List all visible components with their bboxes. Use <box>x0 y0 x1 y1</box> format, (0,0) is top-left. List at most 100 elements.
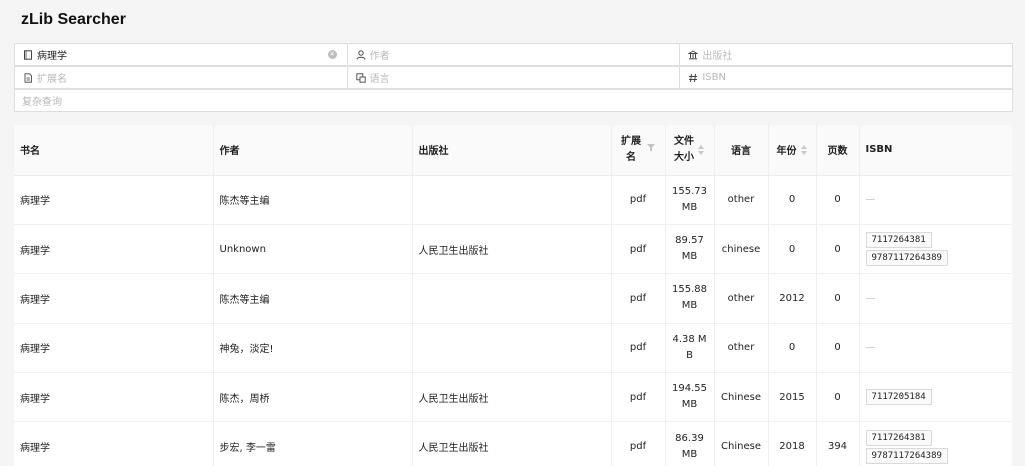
cell-extension: pdf <box>611 323 666 374</box>
cell-publisher <box>412 175 612 225</box>
year-header-label: 年份 <box>776 146 797 158</box>
cell-title: 病理学 <box>14 273 214 324</box>
cell-author: 步宏, 李一雷 <box>213 421 413 466</box>
cell-isbn: — <box>859 323 1012 374</box>
book-icon <box>22 49 34 61</box>
title-search-value: 病理学 <box>37 51 67 62</box>
cell-language: Chinese <box>714 421 769 466</box>
publisher-search-placeholder: 出版社 <box>702 51 733 62</box>
filesize-unit: B <box>686 349 693 361</box>
cell-publisher: 人民卫生出版社 <box>412 372 612 423</box>
empty-value: — <box>865 292 876 304</box>
cell-author: 陈杰等主编 <box>213 273 413 324</box>
cell-extension: pdf <box>611 175 666 225</box>
file-icon <box>22 72 34 84</box>
cell-language: Chinese <box>714 372 769 423</box>
isbn-tag: 9787117264389 <box>865 447 948 464</box>
extension-search-field[interactable]: 扩展名 <box>14 66 348 89</box>
cell-filesize: 155.73 MB <box>665 175 715 225</box>
column-header-isbn: ISBN <box>859 125 1012 176</box>
author-search-field[interactable]: 作者 <box>346 43 681 66</box>
filesize-unit: MB <box>681 399 698 411</box>
complex-query-field[interactable]: 复杂查询 <box>14 89 1013 112</box>
cell-pages: 0 <box>816 273 860 324</box>
filesize-value: 4.38 M <box>672 333 707 345</box>
cell-publisher <box>412 323 612 374</box>
isbn-search-field[interactable]: ISBN <box>679 66 1014 89</box>
empty-value: — <box>865 194 876 206</box>
sort-icon[interactable] <box>800 144 808 155</box>
sort-icon[interactable] <box>698 144 705 155</box>
isbn-tag: 7117264381 <box>865 232 932 249</box>
cell-author: 神兔，淡定! <box>213 323 413 374</box>
isbn-tag: 7117205184 <box>865 389 932 406</box>
cell-extension: pdf <box>611 224 666 275</box>
column-header-extension[interactable]: 扩展 名 <box>611 125 666 176</box>
cell-isbn: 7117205184 <box>859 372 1012 423</box>
table-row[interactable]: 病理学 陈杰等主编 pdf 155.73 MB other 0 0— <box>14 175 1012 225</box>
search-form: 病理学 × 作者 出版社 扩展名 语言 ISBN 复杂查询 <box>14 43 1014 112</box>
filesize-header-line-2: 大小 <box>674 151 694 163</box>
filesize-header-line-1: 文件 <box>674 135 694 147</box>
cell-extension: pdf <box>611 421 666 466</box>
translate-icon <box>355 72 367 84</box>
column-header-filesize[interactable]: 文件 大小 <box>665 125 715 176</box>
table-body: 病理学 陈杰等主编 pdf 155.73 MB other 0 0— 病理学 Unknown 人民卫… <box>14 175 1012 466</box>
cell-isbn: 7117264381 9787117264389 <box>859 421 1012 466</box>
filesize-value: 155.73 <box>672 185 707 197</box>
table-header-row: 书名 作者 出版社 扩展 名 文件 大小 语言 年份 页数 ISBN <box>14 125 1012 176</box>
column-header-author: 作者 <box>213 125 413 176</box>
cell-filesize: 155.88 MB <box>665 273 715 324</box>
cell-title: 病理学 <box>14 323 214 374</box>
cell-year: 2015 <box>768 372 817 423</box>
cell-year: 0 <box>768 323 817 374</box>
cell-filesize: 86.39 MB <box>665 421 715 466</box>
cell-filesize: 89.57 MB <box>665 224 715 275</box>
table-row[interactable]: 病理学 陈杰等主编 pdf 155.88 MB other 2012 0 — <box>14 273 1012 324</box>
column-header-language: 语言 <box>714 125 769 176</box>
publisher-search-field[interactable]: 出版社 <box>679 43 1014 66</box>
table-row[interactable]: 病理学 陈杰，周桥 人民卫生出版社 pdf 194.55 MB Chinese 2015 0 71… <box>14 372 1012 423</box>
cell-language: other <box>714 175 769 225</box>
isbn-search-placeholder: ISBN <box>702 72 726 83</box>
isbn-tag: 7117264381 <box>865 429 932 446</box>
filesize-value: 86.39 <box>675 432 704 444</box>
bank-icon <box>687 49 699 61</box>
filesize-value: 194.55 <box>672 383 707 395</box>
filesize-value: 89.57 <box>675 235 704 247</box>
table-row[interactable]: 病理学 Unknown 人民卫生出版社 pdf 89.57 MB chinese 0 0 7117… <box>14 224 1012 275</box>
cell-publisher: 人民卫生出版社 <box>412 421 612 466</box>
cell-title: 病理学 <box>14 175 214 225</box>
language-search-field[interactable]: 语言 <box>346 66 681 89</box>
cell-pages: 394 <box>816 421 860 466</box>
cell-language: chinese <box>714 224 769 275</box>
cell-isbn: — <box>859 273 1012 324</box>
column-header-pages: 页数 <box>816 125 860 176</box>
cell-year: 2018 <box>768 421 817 466</box>
clear-icon[interactable]: × <box>327 50 337 59</box>
column-header-year[interactable]: 年份 <box>768 125 817 176</box>
column-header-publisher: 出版社 <box>412 125 612 176</box>
filter-icon[interactable] <box>647 144 655 155</box>
cell-publisher: 人民卫生出版社 <box>412 224 612 275</box>
cell-filesize: 4.38 M B <box>665 323 715 374</box>
complex-query-placeholder: 复杂查询 <box>22 97 62 108</box>
app-title: zLib Searcher <box>21 11 126 28</box>
author-search-placeholder: 作者 <box>369 51 390 62</box>
cell-author: 陈杰，周桥 <box>213 372 413 423</box>
cell-isbn: — <box>859 175 1012 225</box>
cell-extension: pdf <box>611 273 666 324</box>
number-icon <box>687 72 699 84</box>
table-row[interactable]: 病理学 神兔，淡定! pdf 4.38 M Bother 0 0— <box>14 323 1012 374</box>
cell-title: 病理学 <box>14 372 214 423</box>
cell-year: 0 <box>768 224 817 275</box>
results-table: 书名 作者 出版社 扩展 名 文件 大小 语言 年份 页数 ISBN 病理学 陈… <box>14 125 1012 466</box>
cell-pages: 0 <box>816 372 860 423</box>
table-row[interactable]: 病理学 步宏, 李一雷 人民卫生出版社 pdf 86.39 MB Chinese 2018 39… <box>14 421 1012 466</box>
cell-isbn: 7117264381 9787117264389 <box>859 224 1012 275</box>
user-icon <box>355 49 367 61</box>
cell-extension: pdf <box>611 372 666 423</box>
extension-search-placeholder: 扩展名 <box>37 74 67 85</box>
cell-language: other <box>714 273 769 324</box>
title-search-field[interactable]: 病理学 × <box>14 43 348 66</box>
